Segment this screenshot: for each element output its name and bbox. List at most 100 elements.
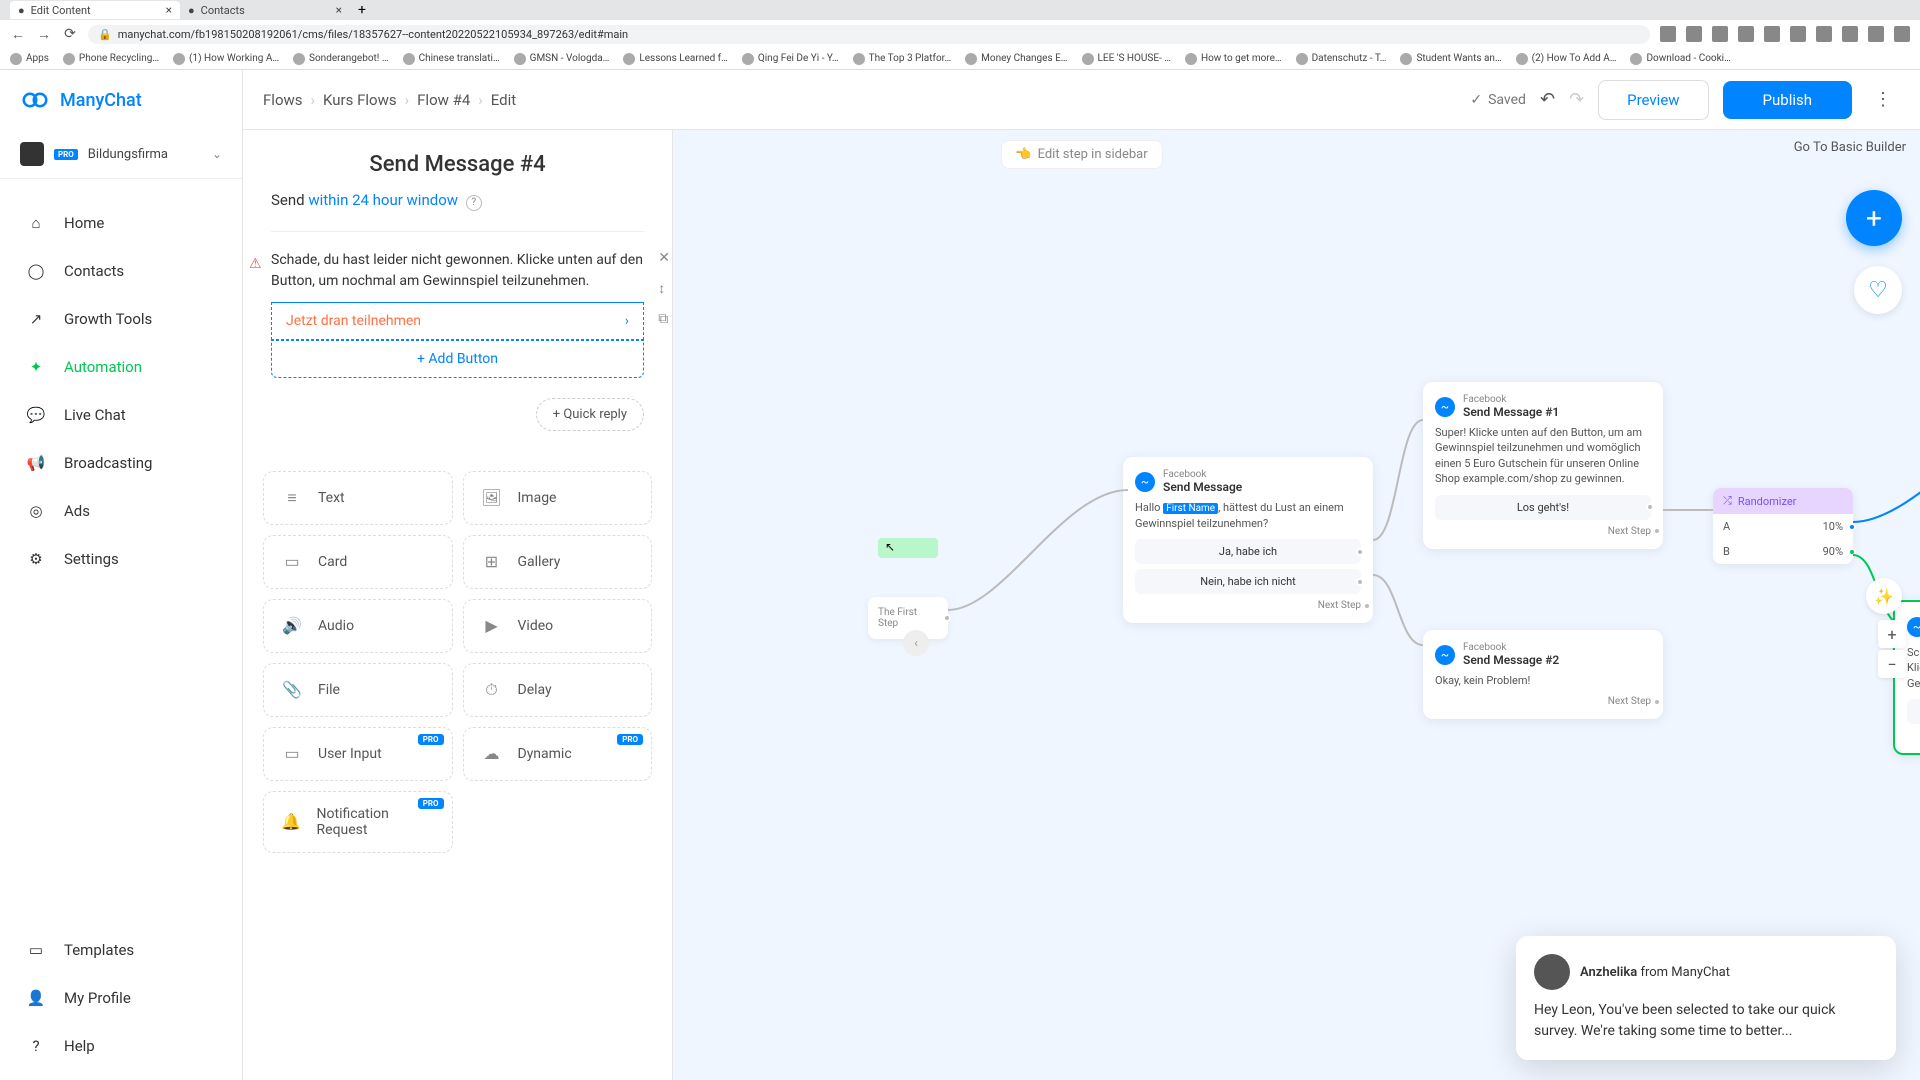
bookmark[interactable]: (1) How Working A… <box>173 53 279 65</box>
magic-button[interactable]: ✨ <box>1866 578 1902 614</box>
menu-dots-icon[interactable]: ⋮ <box>1866 89 1900 110</box>
content-type-userinput[interactable]: PRO▭User Input <box>263 727 453 781</box>
add-step-fab[interactable]: + <box>1846 190 1902 246</box>
time-window-link[interactable]: within 24 hour window <box>308 191 458 209</box>
content-type-text[interactable]: ≡Text <box>263 471 453 525</box>
forward-icon[interactable]: → <box>36 26 52 42</box>
basic-builder-link[interactable]: Go To Basic Builder <box>1794 140 1906 155</box>
favorite-fab[interactable]: ♡ <box>1854 266 1902 314</box>
reload-icon[interactable]: ⟳ <box>62 26 78 42</box>
node-send-message-2[interactable]: ~FacebookSend Message #2 Okay, kein Prob… <box>1423 630 1663 719</box>
sidebar-item-profile[interactable]: 👤My Profile <box>0 974 242 1022</box>
sidebar-item-growth[interactable]: ↗Growth Tools <box>0 295 242 343</box>
bookmark[interactable]: Apps <box>10 53 49 65</box>
node-button[interactable]: Nein, habe ich nicht <box>1135 569 1361 594</box>
next-step[interactable]: Next Step <box>1435 526 1651 537</box>
node-button[interactable]: Jetzt dran teilnehmen <box>1907 699 1920 724</box>
content-type-card[interactable]: ▭Card <box>263 535 453 589</box>
node-send-message[interactable]: ~FacebookSend Message Hallo First Name, … <box>1123 457 1373 623</box>
sidebar-item-templates[interactable]: ▭Templates <box>0 926 242 974</box>
undo-button[interactable]: ↶ <box>1540 89 1555 110</box>
bookmark[interactable]: Chinese translati… <box>403 53 500 65</box>
randomizer-option-b[interactable]: B90% <box>1713 539 1853 564</box>
close-icon[interactable]: × <box>166 3 172 17</box>
connector-dot[interactable] <box>1653 527 1661 535</box>
breadcrumb-link[interactable]: Flows <box>263 91 303 109</box>
content-type-gallery[interactable]: ⊞Gallery <box>463 535 653 589</box>
back-icon[interactable]: ← <box>10 26 26 42</box>
connector-dot[interactable] <box>1363 602 1371 610</box>
content-type-file[interactable]: 📎File <box>263 663 453 717</box>
bookmark[interactable]: Student Wants an… <box>1400 53 1501 65</box>
address-bar[interactable]: 🔒manychat.com/fb198150208192061/cms/file… <box>88 25 1650 44</box>
breadcrumb-link[interactable]: Flow #4 <box>417 91 470 109</box>
connector-dot[interactable] <box>1848 523 1856 531</box>
connector-dot[interactable] <box>1646 503 1654 511</box>
canvas[interactable]: 👈Edit step in sidebar Go To Basic Builde… <box>243 130 1920 1080</box>
bookmark[interactable]: GMSN - Vologda… <box>514 53 610 65</box>
sidebar-item-broadcasting[interactable]: 📢Broadcasting <box>0 439 242 487</box>
randomizer-option-a[interactable]: A10% <box>1713 514 1853 539</box>
message-block[interactable]: ⚠ ✕ ↕ ⧉ Schade, du hast leider nicht gew… <box>271 250 644 378</box>
resize-icon[interactable]: ↕ <box>658 280 670 297</box>
bookmark[interactable]: Phone Recycling… <box>63 53 159 65</box>
bookmark[interactable]: Datenschutz - T… <box>1296 53 1387 65</box>
bookmark[interactable]: How to get more… <box>1185 53 1282 65</box>
content-type-video[interactable]: ▶Video <box>463 599 653 653</box>
chat-popup[interactable]: Anzhelika from ManyChat Hey Leon, You've… <box>1516 936 1896 1060</box>
publish-button[interactable]: Publish <box>1723 81 1852 119</box>
node-send-message-1[interactable]: ~FacebookSend Message #1 Super! Klicke u… <box>1423 382 1663 549</box>
browser-tab[interactable]: ●Contacts× <box>180 1 350 19</box>
breadcrumb-link[interactable]: Kurs Flows <box>323 91 397 109</box>
next-step[interactable]: Next Step <box>1907 730 1920 741</box>
sidebar-item-ads[interactable]: ◎Ads <box>0 487 242 535</box>
browser-tab-active[interactable]: ●Edit Content× <box>10 1 180 19</box>
add-button[interactable]: + Add Button <box>271 340 644 378</box>
content-type-audio[interactable]: 🔊Audio <box>263 599 453 653</box>
sidebar-item-livechat[interactable]: 💬Live Chat <box>0 391 242 439</box>
bookmark[interactable]: Qing Fei De Yi - Y… <box>742 53 839 65</box>
close-icon[interactable]: × <box>336 3 342 17</box>
zoom-in-button[interactable]: + <box>1878 620 1906 648</box>
sidebar-item-help[interactable]: ?Help <box>0 1022 242 1070</box>
next-step[interactable]: Next Step <box>1435 696 1651 707</box>
node-button[interactable]: Los geht's! <box>1435 495 1651 520</box>
content-type-dynamic[interactable]: PRO☁Dynamic <box>463 727 653 781</box>
copy-icon[interactable]: ⧉ <box>658 311 670 327</box>
next-step[interactable]: Next Step <box>1135 600 1361 611</box>
content-type-notification[interactable]: PRO🔔Notification Request <box>263 791 453 853</box>
node-button[interactable]: Ja, habe ich <box>1135 539 1361 564</box>
message-text[interactable]: Schade, du hast leider nicht gewonnen. K… <box>271 250 644 302</box>
connector-dot[interactable] <box>1356 548 1364 556</box>
sidebar-item-settings[interactable]: ⚙Settings <box>0 535 242 583</box>
preview-button[interactable]: Preview <box>1598 80 1708 120</box>
zoom-out-button[interactable]: − <box>1878 650 1906 678</box>
sidebar-item-contacts[interactable]: ◯Contacts <box>0 247 242 295</box>
redo-button[interactable]: ↷ <box>1569 89 1584 110</box>
node-randomizer[interactable]: ⤮Randomizer A10% B90% <box>1713 488 1853 564</box>
connector-dot[interactable] <box>1848 548 1856 556</box>
close-icon[interactable]: ✕ <box>658 250 670 266</box>
new-tab-button[interactable]: + <box>350 2 374 18</box>
edit-step-hint[interactable]: 👈Edit step in sidebar <box>1000 140 1162 169</box>
org-selector[interactable]: PRO Bildungsfirma ⌄ <box>0 130 242 179</box>
content-type-delay[interactable]: ⏱Delay <box>463 663 653 717</box>
bookmark[interactable]: Money Changes E… <box>965 53 1067 65</box>
carousel-prev[interactable]: ‹ <box>903 630 929 656</box>
logo[interactable]: ManyChat <box>0 70 242 130</box>
connector-dot[interactable] <box>943 614 951 622</box>
bookmark[interactable]: The Top 3 Platfor… <box>853 53 952 65</box>
bookmark[interactable]: Download - Cooki… <box>1630 53 1730 65</box>
content-type-image[interactable]: 🖼Image <box>463 471 653 525</box>
sidebar-item-automation[interactable]: ✦Automation <box>0 343 242 391</box>
bookmark[interactable]: (2) How To Add A… <box>1516 53 1617 65</box>
connector-dot[interactable] <box>1653 698 1661 706</box>
bookmark[interactable]: Lessons Learned f… <box>623 53 728 65</box>
quick-reply-button[interactable]: + Quick reply <box>536 398 644 431</box>
info-icon[interactable]: ? <box>466 195 482 211</box>
bookmark[interactable]: LEE 'S HOUSE- … <box>1082 53 1171 65</box>
message-button[interactable]: Jetzt dran teilnehmen› <box>271 302 644 340</box>
sidebar-item-home[interactable]: ⌂Home <box>0 199 242 247</box>
bookmark[interactable]: Sonderangebot! … <box>293 53 389 65</box>
connector-dot[interactable] <box>1356 578 1364 586</box>
